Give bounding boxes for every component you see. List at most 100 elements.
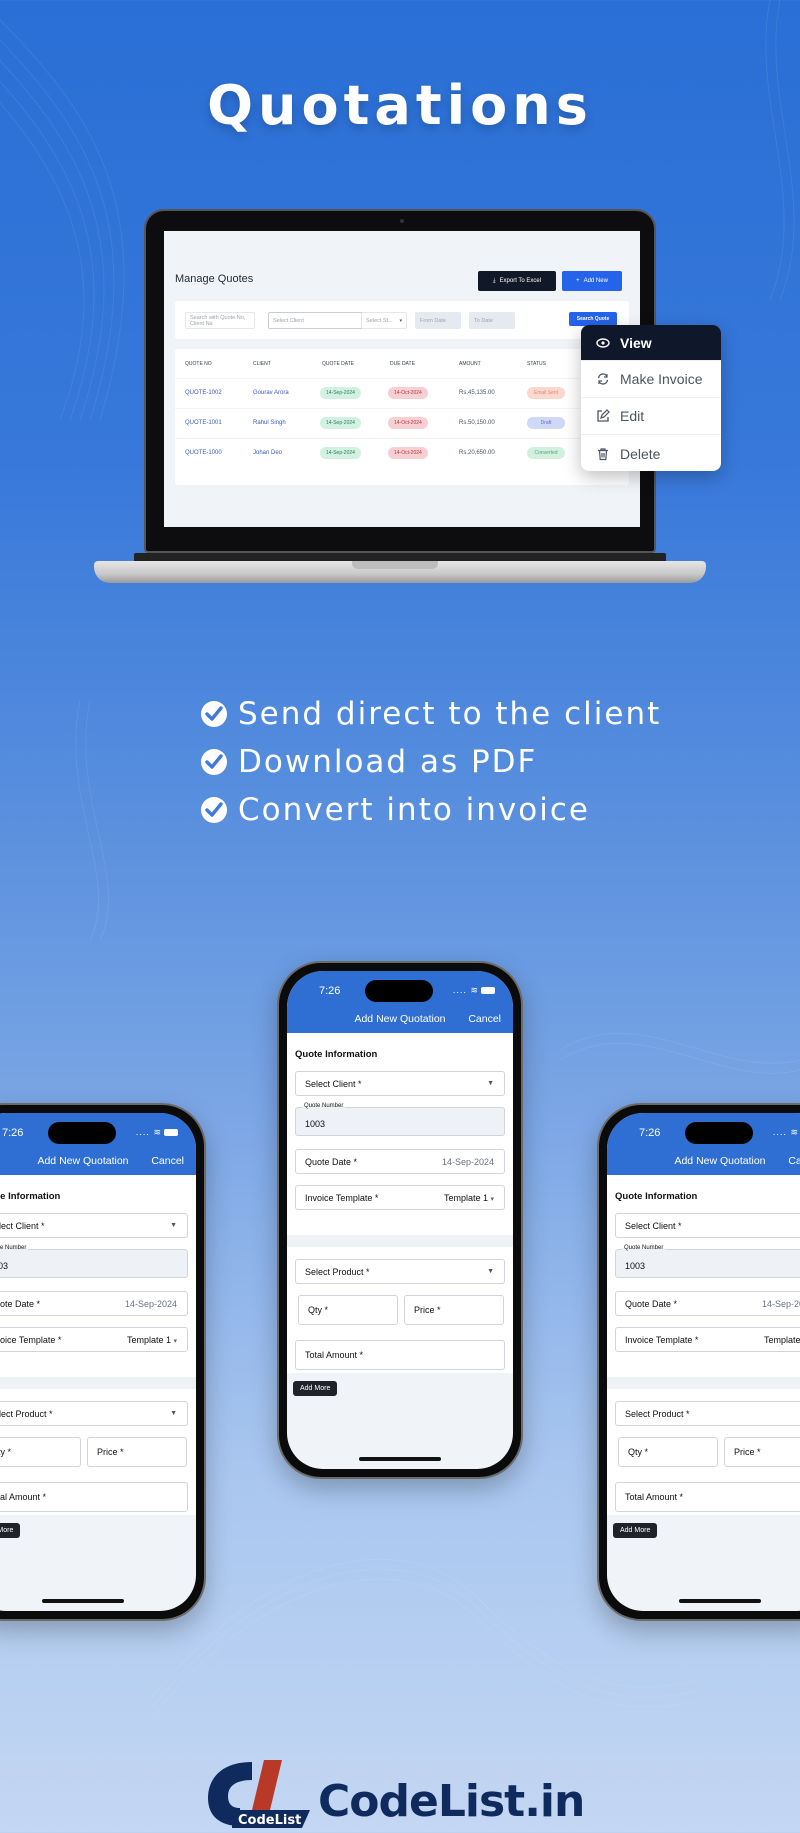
export-excel-button[interactable]: ⤓ Export To Excel [478,271,556,291]
filter-bar: Search with Quote No, Client Na Select C… [175,301,629,339]
client-link[interactable]: Gourav Arora [253,390,289,396]
table-row[interactable]: QUOTE-1000 Johan Deo 14-Sep-2024 14-Oct-202… [175,438,629,468]
edit-icon [596,409,610,423]
quote-number-field[interactable]: Quote Number 1003 [295,1103,505,1136]
amount-cell: Rs.50,150.00 [459,420,495,426]
to-date-input[interactable]: To Date [469,312,515,329]
field-label: Total Amount * [625,1492,684,1502]
select-product-dropdown[interactable]: Select Product *▼ [615,1401,800,1426]
invoice-template-select[interactable]: Invoice Template *Template 1 ▾ [615,1327,800,1352]
field-label: Total Amount * [0,1492,47,1502]
field-value: Template 1 [126,1334,171,1345]
from-date-input[interactable]: From Date [415,312,461,329]
qty-input[interactable]: Qty * [0,1437,81,1467]
quote-number-link[interactable]: QUOTE-1001 [185,420,222,426]
column-header: STATUS [527,361,546,367]
column-header: AMOUNT [459,361,481,367]
select-client-dropdown[interactable]: Select Client *▼ [0,1213,188,1238]
status-badge: Converted [527,447,565,459]
add-more-button[interactable]: Add More [613,1523,658,1538]
due-date-badge: 14-Oct-2024 [388,447,428,459]
laptop-camera [400,219,404,223]
menu-item-make-invoice[interactable]: Make Invoice [581,361,721,398]
field-label: Invoice Template * [0,1334,62,1345]
plus-icon: + [576,278,580,284]
field-label: Price * [734,1447,761,1457]
field-label: Qty * [308,1305,329,1315]
menu-item-label: Make Invoice [620,371,703,387]
quote-date-field[interactable]: Quote Date * 14-Sep-2024 [615,1291,800,1316]
field-label: Quote Date * [625,1298,678,1309]
quote-date-field[interactable]: Quote Date * 14-Sep-2024 [0,1291,188,1316]
chevron-down-icon: ▾ [490,1195,494,1203]
codelist-logo-mark: CodeList [206,1758,312,1828]
cancel-button[interactable]: Cancel [468,1013,501,1025]
add-new-button[interactable]: + Add New [562,271,622,291]
phone-mockup-center: 7:26 .... ≋ Add New Quotation Cancel Quo… [277,961,523,1479]
select-client-dropdown[interactable]: Select Client *▼ [295,1071,505,1096]
phone-mockup-left: 7:26 .... ≋ Add New Quotation Cancel Quo… [0,1103,206,1621]
status-icons: .... ≋ [453,985,495,996]
select-product-dropdown[interactable]: Select Product *▼ [295,1259,505,1284]
status-badge: Email Sent [527,387,565,399]
menu-item-delete[interactable]: Delete [581,435,721,471]
status-icons: .... ≋ [773,1127,800,1138]
chevron-down-icon: ▾ [173,1337,177,1345]
search-quote-button[interactable]: Search Quote [569,312,617,326]
field-legend: Quote Number [302,1103,346,1109]
cancel-button[interactable]: Cancel [151,1155,184,1167]
quote-number-link[interactable]: QUOTE-1002 [185,390,222,396]
cancel-button[interactable]: Cancel [788,1155,800,1167]
feature-text: Convert into invoice [238,792,590,828]
manage-quotes-title: Manage Quotes [175,273,254,285]
field-label: Price * [414,1305,441,1315]
add-more-button[interactable]: Add More [0,1523,21,1538]
field-label: Invoice Template * [625,1334,699,1345]
select-product-dropdown[interactable]: Select Product *▼ [0,1401,188,1426]
column-header: QUOTE DATE [322,361,355,367]
status-icons: .... ≋ [136,1127,178,1138]
status-select[interactable]: Select St... ▾ [361,312,407,329]
quote-number-field[interactable]: Quote Number 1003 [0,1245,188,1278]
signal-icon: .... [772,1127,787,1137]
invoice-template-select[interactable]: Invoice Template *Template 1 ▾ [295,1185,505,1210]
price-input[interactable]: Price * [724,1437,800,1467]
total-amount-input[interactable]: Total Amount * [615,1482,800,1512]
quote-form: Quote Information Select Client * ▼ Quote… [287,1033,513,1373]
laptop-mockup: Manage Quotes ⤓ Export To Excel + Add Ne… [144,209,656,553]
client-link[interactable]: Rahul Singh [253,420,286,426]
section-divider [607,1377,800,1389]
quote-date-badge: 14-Sep-2024 [320,447,361,459]
quote-date-field[interactable]: Quote Date * 14-Sep-2024 [295,1149,505,1174]
feature-item: Send direct to the client [200,690,661,738]
menu-item-edit[interactable]: Edit [581,398,721,435]
invoice-template-select[interactable]: Invoice Template * Template 1 ▾ [0,1327,188,1352]
check-circle-icon [201,749,227,775]
total-amount-input[interactable]: Total Amount * [295,1340,505,1370]
check-circle-icon [201,797,227,823]
client-select[interactable]: Select Client▾ [268,312,369,329]
table-row[interactable]: QUOTE-1002 Gourav Arora 14-Sep-2024 14-Oct-… [175,378,629,408]
field-value: 14-Sep-2024 [761,1298,800,1309]
select-client-dropdown[interactable]: Select Client *▼ [615,1213,800,1238]
menu-item-view[interactable]: View [581,325,721,361]
field-label: Price * [97,1447,124,1457]
home-indicator [42,1599,124,1603]
chevron-down-icon: ▼ [170,1222,177,1229]
quote-number-link[interactable]: QUOTE-1000 [185,450,222,456]
quote-number-field[interactable]: Quote Number 1003 [615,1245,800,1278]
price-input[interactable]: Price * [87,1437,187,1467]
search-input[interactable]: Search with Quote No, Client Na [185,312,255,329]
qty-input[interactable]: Qty * [618,1437,718,1467]
total-amount-input[interactable]: Total Amount * [0,1482,188,1512]
add-new-label: Add New [583,278,608,284]
status-time: 7:26 [639,1127,661,1139]
qty-input[interactable]: Qty * [298,1295,398,1325]
price-input[interactable]: Price * [404,1295,504,1325]
table-row[interactable]: QUOTE-1001 Rahul Singh 14-Sep-2024 14-Oct-2… [175,408,629,438]
add-more-button[interactable]: Add More [293,1381,338,1396]
client-link[interactable]: Johan Deo [253,450,282,456]
field-label: Select Product * [0,1408,53,1419]
feature-text: Send direct to the client [238,696,662,732]
column-header: QUOTE NO [185,361,212,367]
